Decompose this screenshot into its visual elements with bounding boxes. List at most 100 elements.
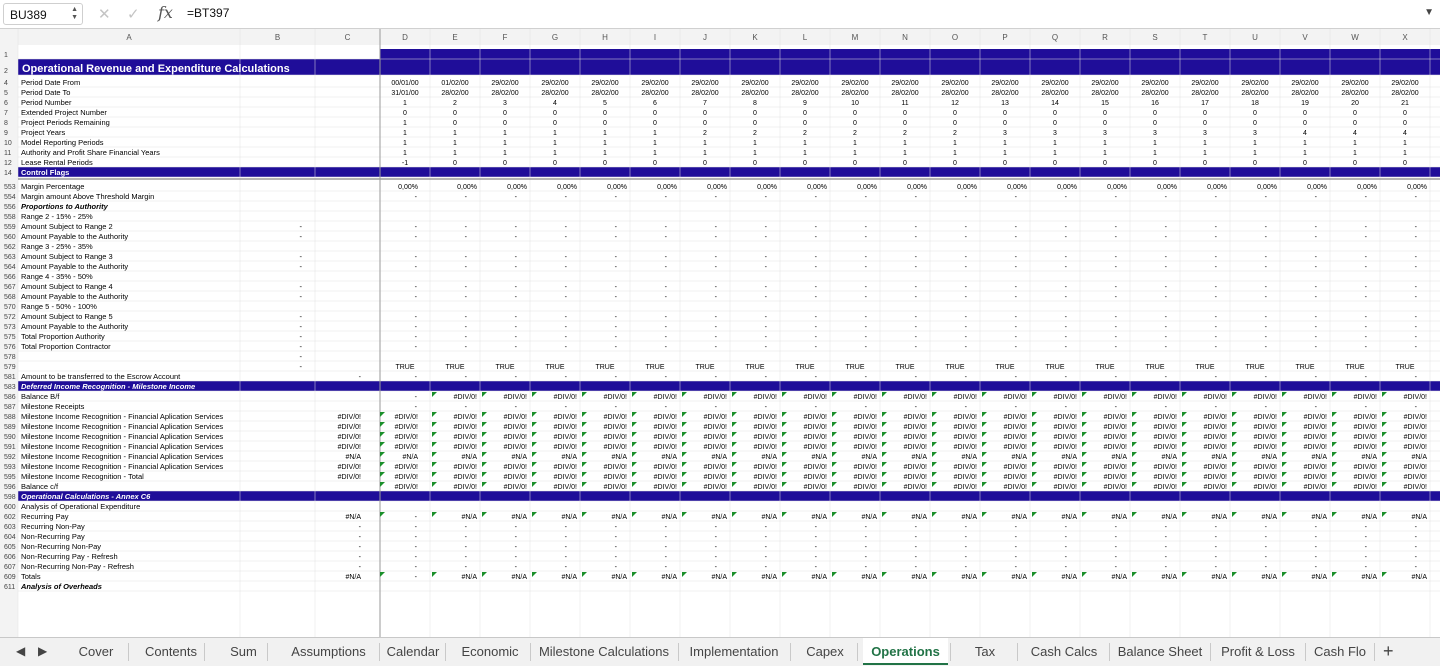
cell: - bbox=[965, 284, 968, 291]
column-header-o[interactable]: O bbox=[952, 33, 958, 42]
column-header-k[interactable]: K bbox=[752, 33, 758, 42]
cell: - bbox=[1315, 334, 1318, 341]
cell: - bbox=[1165, 554, 1168, 561]
cell: - bbox=[565, 564, 568, 571]
sheet-tab-implementation[interactable]: Implementation bbox=[680, 638, 788, 666]
column-header-m[interactable]: M bbox=[852, 33, 859, 42]
column-header-q[interactable]: Q bbox=[1052, 33, 1058, 42]
column-header-r[interactable]: R bbox=[1102, 33, 1108, 42]
sheet-tab-balance-sheet[interactable]: Balance Sheet bbox=[1112, 638, 1208, 666]
cell: #N/A bbox=[1311, 454, 1327, 461]
sheet-tab-profit-loss[interactable]: Profit & Loss bbox=[1213, 638, 1303, 666]
error-indicator-icon bbox=[532, 412, 537, 417]
cell: - bbox=[565, 234, 568, 241]
cell: - bbox=[565, 324, 568, 331]
column-header-j[interactable]: J bbox=[703, 33, 707, 42]
sheet-tab-economic[interactable]: Economic bbox=[452, 638, 528, 666]
error-indicator-icon bbox=[582, 392, 587, 397]
cell: #N/A bbox=[1311, 514, 1327, 521]
formula-input[interactable]: =BT397 bbox=[187, 6, 229, 20]
cell: #DIV/0! bbox=[654, 444, 677, 451]
cell: - bbox=[1265, 234, 1268, 241]
cell: #DIV/0! bbox=[854, 424, 877, 431]
enter-check-icon[interactable]: ✓ bbox=[127, 5, 140, 23]
column-header-t[interactable]: T bbox=[1203, 33, 1208, 42]
column-header-c[interactable]: C bbox=[345, 33, 351, 42]
worksheet-grid[interactable]: A B C D E F G H I J K L M N O P Q R S T U V W X 1 2 Operational Re… bbox=[0, 29, 1440, 637]
name-box-stepper-icon[interactable]: ▲ ▼ bbox=[71, 6, 78, 22]
function-fx-icon[interactable]: fx bbox=[158, 3, 173, 22]
column-header-p[interactable]: P bbox=[1002, 33, 1007, 42]
cell-d607: - bbox=[415, 564, 418, 571]
column-header-e[interactable]: E bbox=[452, 33, 457, 42]
column-header-g[interactable]: G bbox=[552, 33, 558, 42]
cell: - bbox=[1165, 404, 1168, 411]
error-indicator-icon bbox=[1032, 442, 1037, 447]
cell: - bbox=[815, 334, 818, 341]
column-header-s[interactable]: S bbox=[1152, 33, 1157, 42]
column-header-b[interactable]: B bbox=[275, 33, 280, 42]
cell: - bbox=[915, 224, 918, 231]
row-number-602: 602 bbox=[4, 514, 16, 521]
period-cell: 0 bbox=[1353, 160, 1357, 167]
add-sheet-button[interactable]: + bbox=[1383, 641, 1394, 662]
error-indicator-icon bbox=[932, 472, 937, 477]
cell: - bbox=[965, 254, 968, 261]
cell-d575: - bbox=[415, 334, 418, 341]
column-header-x[interactable]: X bbox=[1402, 33, 1408, 42]
error-indicator-icon bbox=[882, 462, 887, 467]
cell: - bbox=[1065, 294, 1068, 301]
sheet-tab-calendar[interactable]: Calendar bbox=[383, 638, 443, 666]
name-box[interactable]: BU389 ▲ ▼ bbox=[3, 3, 83, 25]
column-header-f[interactable]: F bbox=[503, 33, 508, 42]
sheet-tab-contents[interactable]: Contents bbox=[140, 638, 202, 666]
cell: - bbox=[615, 224, 618, 231]
cell: TRUE bbox=[1395, 364, 1414, 371]
scroll-tabs-left-icon[interactable]: ◀ bbox=[16, 644, 25, 658]
period-cell: 29/02/00 bbox=[791, 80, 818, 87]
column-header-w[interactable]: W bbox=[1351, 33, 1359, 42]
period-cell: 1 bbox=[1003, 150, 1007, 157]
sheet-tab-sum[interactable]: Sum bbox=[222, 638, 265, 666]
cell: 0,00% bbox=[1357, 184, 1377, 191]
period-cell: 3 bbox=[1153, 130, 1157, 137]
sheet-tab-tax[interactable]: Tax bbox=[955, 638, 1015, 666]
cell: #DIV/0! bbox=[1354, 464, 1377, 471]
cell-grid[interactable]: A B C D E F G H I J K L M N O P Q R S T U V W X12 Operational Re… bbox=[0, 29, 1440, 637]
column-header-a[interactable]: A bbox=[126, 33, 132, 42]
tab-separator bbox=[379, 643, 380, 661]
period-cell: 17 bbox=[1201, 100, 1209, 107]
cell: #N/A bbox=[861, 454, 877, 461]
column-header-d[interactable]: D bbox=[402, 33, 408, 42]
cell: - bbox=[965, 374, 968, 381]
period-cell: 1 bbox=[1153, 140, 1157, 147]
error-indicator-icon bbox=[1132, 412, 1137, 417]
column-header-u[interactable]: U bbox=[1252, 33, 1258, 42]
sheet-tab-cash-calcs[interactable]: Cash Calcs bbox=[1021, 638, 1107, 666]
cell: - bbox=[915, 314, 918, 321]
cell: - bbox=[1265, 404, 1268, 411]
column-header-h[interactable]: H bbox=[602, 33, 608, 42]
column-header-l[interactable]: L bbox=[803, 33, 808, 42]
column-header-v[interactable]: V bbox=[1302, 33, 1308, 42]
scroll-tabs-right-icon[interactable]: ▶ bbox=[38, 644, 47, 658]
cell: - bbox=[1065, 544, 1068, 551]
formula-expand-chevron-icon[interactable]: ▼ bbox=[1424, 7, 1434, 18]
column-header-n[interactable]: N bbox=[902, 33, 908, 42]
row-label-10: Model Reporting Periods bbox=[21, 138, 104, 147]
cell: #DIV/0! bbox=[904, 444, 927, 451]
cancel-x-icon[interactable]: ✕ bbox=[98, 5, 111, 23]
period-cell: 0 bbox=[1103, 120, 1107, 127]
sheet-tab-milestone-calculations[interactable]: Milestone Calculations bbox=[532, 638, 676, 666]
sheet-tab-capex[interactable]: Capex bbox=[795, 638, 855, 666]
cell: #DIV/0! bbox=[954, 424, 977, 431]
column-header-i[interactable]: I bbox=[654, 33, 656, 42]
period-cell: 0 bbox=[1203, 120, 1207, 127]
period-cell: 0 bbox=[1303, 120, 1307, 127]
sheet-tab-cover[interactable]: Cover bbox=[66, 638, 126, 666]
cell: TRUE bbox=[895, 364, 914, 371]
row-number-4: 4 bbox=[4, 80, 8, 87]
sheet-tab-cash-flo[interactable]: Cash Flo bbox=[1308, 638, 1372, 666]
sheet-tab-operations[interactable]: Operations bbox=[863, 638, 948, 665]
sheet-tab-assumptions[interactable]: Assumptions bbox=[280, 638, 377, 666]
